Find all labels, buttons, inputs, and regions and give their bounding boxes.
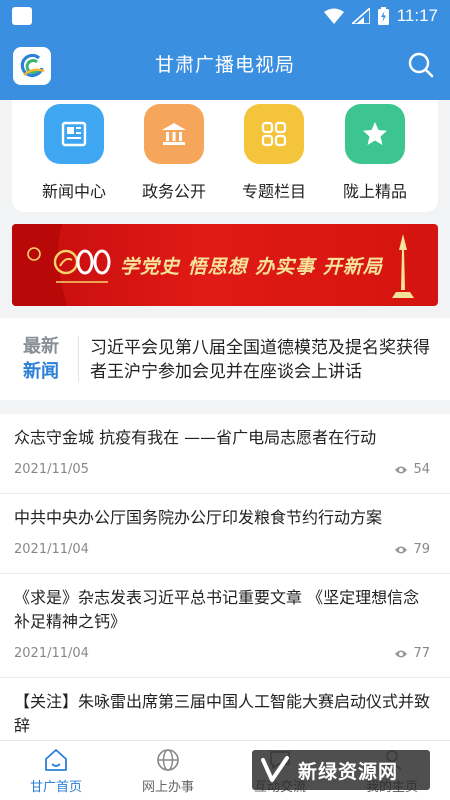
news-date: 2021/11/05 <box>14 462 89 477</box>
divider <box>78 336 79 382</box>
nav-item-online-services[interactable]: 网上办事 <box>112 745 224 799</box>
eye-icon <box>395 650 408 657</box>
app-header: 甘肃广播电视局 <box>0 32 450 100</box>
signal-icon <box>351 8 370 24</box>
latest-news[interactable]: 最新 新闻 习近平会见第八届全国道德模范及提名奖获得者王沪宁参加会见并在座谈会上… <box>0 318 450 400</box>
wifi-icon <box>323 8 344 24</box>
news-title: 《求是》杂志发表习近平总书记重要文章 《坚定理想信念 补足精神之钙》 <box>14 588 420 631</box>
home-icon <box>45 749 67 771</box>
menu-label: 专题栏目 <box>241 182 306 201</box>
government-building-icon <box>144 104 204 164</box>
menu-label: 陇上精品 <box>342 182 407 201</box>
status-bar: 11:17 <box>0 0 450 32</box>
news-title: 【关注】朱咏雷出席第三届中国人工智能大赛启动仪式并致辞 <box>14 692 431 735</box>
view-count: 54 <box>413 462 430 477</box>
menu-label: 新闻中心 <box>41 182 106 201</box>
eye-icon <box>395 546 408 553</box>
notification-icon <box>12 7 32 25</box>
news-date: 2021/11/04 <box>14 542 89 557</box>
battery-icon <box>377 7 389 25</box>
eye-icon <box>395 466 408 473</box>
status-indicators: 11:17 <box>323 5 438 27</box>
latest-tag-line2: 新闻 <box>23 361 59 382</box>
latest-news-tag: 最新 新闻 <box>18 334 64 384</box>
menu-item-special-topics[interactable]: 专题栏目 <box>229 104 319 208</box>
news-list: 众志守金城 抗疫有我在 ——省广电局志愿者在行动 2021/11/05 54 中… <box>0 414 450 740</box>
status-time: 11:17 <box>396 6 438 25</box>
menu-item-government-affairs[interactable]: 政务公开 <box>129 104 219 208</box>
menu-item-news-center[interactable]: 新闻中心 <box>29 104 119 208</box>
page-title: 甘肃广播电视局 <box>154 54 295 76</box>
globe-icon <box>157 749 179 771</box>
nav-item-home[interactable]: 甘广首页 <box>0 745 112 799</box>
nav-label: 网上办事 <box>141 780 194 795</box>
watermark-logo-icon <box>261 756 289 782</box>
view-count: 77 <box>413 646 430 661</box>
banner-party-history[interactable]: 学党史 悟思想 办实事 开新局 <box>12 224 438 306</box>
news-views: 77 <box>394 646 430 661</box>
news-item[interactable]: 中共中央办公厅国务院办公厅印发粮食节约行动方案 2021/11/04 79 <box>0 494 450 574</box>
news-title: 中共中央办公厅国务院办公厅印发粮食节约行动方案 <box>14 508 383 527</box>
watermark: 新绿资源网 <box>252 750 430 790</box>
monument-icon <box>392 234 414 298</box>
news-views: 79 <box>394 542 430 557</box>
star-icon <box>345 104 405 164</box>
latest-tag-line1: 最新 <box>23 336 59 357</box>
view-count: 79 <box>413 542 430 557</box>
latest-headline[interactable]: 习近平会见第八届全国道德模范及提名奖获得者王沪宁参加会见并在座谈会上讲话 <box>90 336 436 384</box>
centenary-emblem-icon <box>53 249 111 283</box>
banner-slogan: 学党史 悟思想 办实事 开新局 <box>120 256 383 278</box>
news-date: 2021/11/04 <box>14 646 89 661</box>
menu-label: 政务公开 <box>141 182 206 201</box>
news-item[interactable]: 《求是》杂志发表习近平总书记重要文章 《坚定理想信念 补足精神之钙》 2021/… <box>0 574 450 678</box>
news-item[interactable]: 众志守金城 抗疫有我在 ——省广电局志愿者在行动 2021/11/05 54 <box>0 414 450 494</box>
news-views: 54 <box>394 462 430 477</box>
quick-menu: 新闻中心 政务公开 专题栏目 陇上精品 <box>12 100 438 212</box>
news-title: 众志守金城 抗疫有我在 ——省广电局志愿者在行动 <box>14 428 377 447</box>
news-item[interactable]: 【关注】朱咏雷出席第三届中国人工智能大赛启动仪式并致辞 <box>0 678 450 740</box>
search-button[interactable] <box>406 50 436 80</box>
news-icon <box>44 104 104 164</box>
menu-item-longshang-boutique[interactable]: 陇上精品 <box>330 104 420 208</box>
nav-label: 甘广首页 <box>29 780 82 795</box>
grid-icon <box>244 104 304 164</box>
watermark-text: 新绿资源网 <box>298 760 399 783</box>
search-icon <box>408 52 434 78</box>
